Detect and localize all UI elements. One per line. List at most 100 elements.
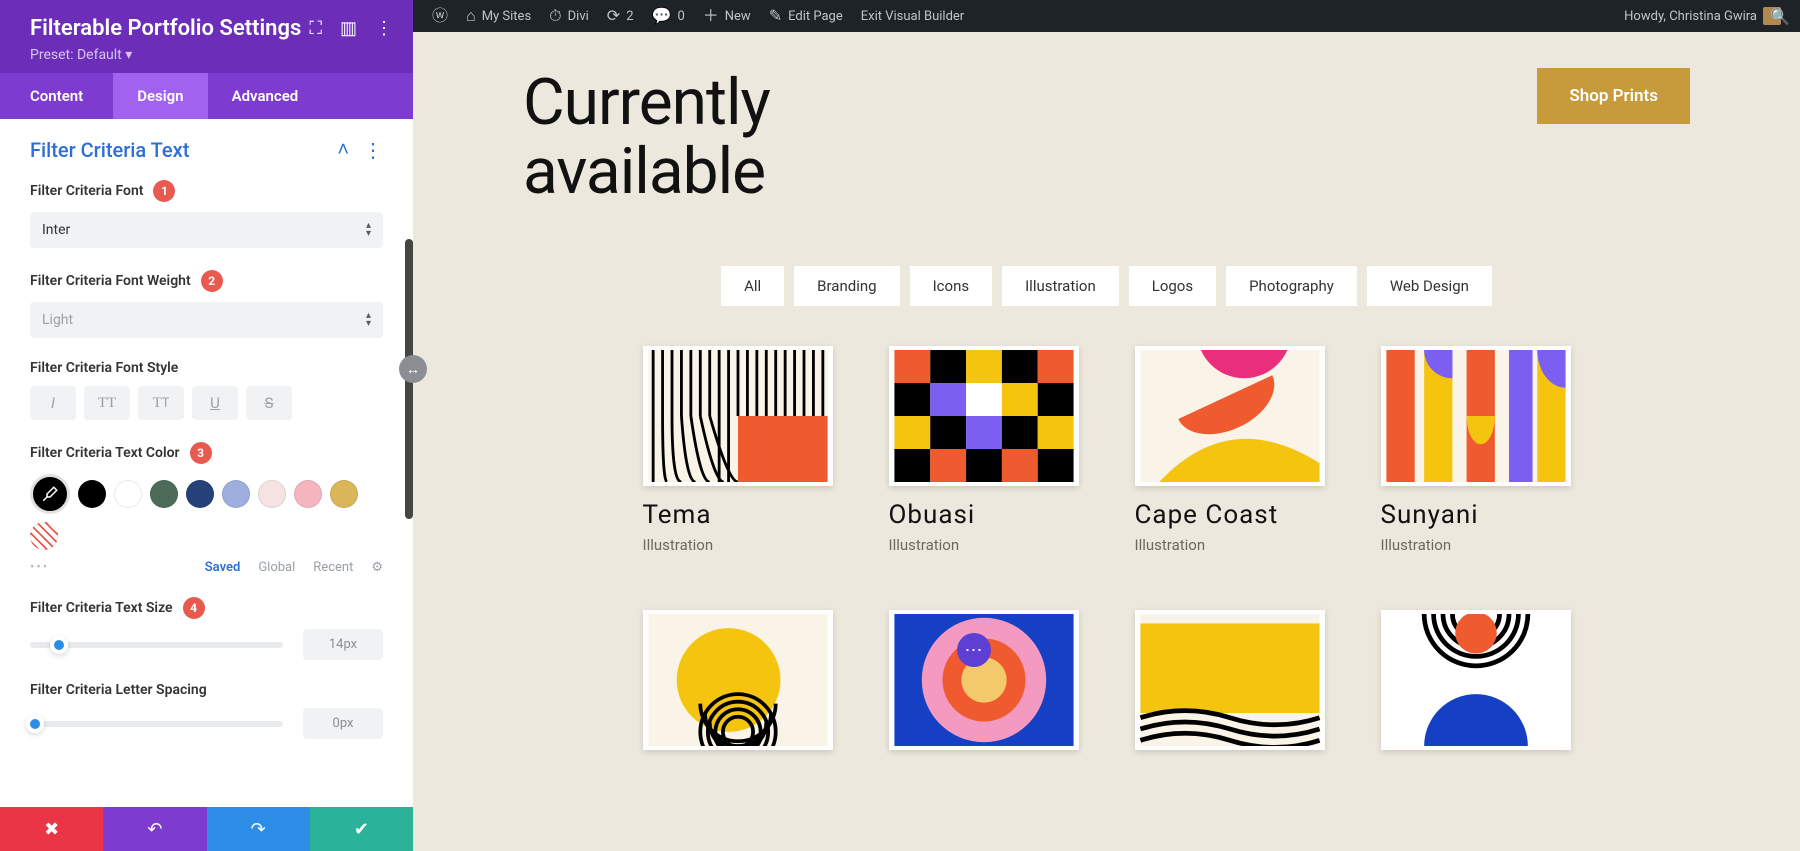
text-size-slider[interactable] xyxy=(30,642,283,648)
weight-select-value: Light xyxy=(42,312,73,328)
swatch-white[interactable] xyxy=(114,480,142,508)
swatch-blush[interactable] xyxy=(258,480,286,508)
portfolio-card[interactable]: Tema Illustration xyxy=(643,346,833,554)
style-smallcaps[interactable]: TT xyxy=(138,386,184,420)
annotation-badge-4: 4 xyxy=(183,597,205,619)
filter-branding[interactable]: Branding xyxy=(794,266,899,306)
swatch-periwinkle[interactable] xyxy=(222,480,250,508)
page-preview: Currently available Shop Prints All Bran… xyxy=(413,32,1800,851)
cancel-button[interactable]: ✖ xyxy=(0,807,103,851)
card-title: Sunyani xyxy=(1381,500,1571,530)
section-menu-icon[interactable]: ⋮ xyxy=(363,138,383,162)
palette-tab-saved[interactable]: Saved xyxy=(205,560,241,575)
slider-thumb[interactable] xyxy=(50,636,68,654)
swatch-green[interactable] xyxy=(150,480,178,508)
wp-edit-page[interactable]: ✎Edit Page xyxy=(760,0,852,32)
panel-header: Filterable Portfolio Settings ⛶ ▥ ⋮ Pres… xyxy=(0,0,413,73)
text-size-value[interactable]: 14px xyxy=(303,629,383,660)
card-title: Obuasi xyxy=(889,500,1079,530)
shop-prints-button[interactable]: Shop Prints xyxy=(1537,68,1690,124)
panel-tabs: Content Design Advanced xyxy=(0,73,413,119)
filter-logos[interactable]: Logos xyxy=(1129,266,1216,306)
tab-content[interactable]: Content xyxy=(0,73,113,119)
swatch-none[interactable] xyxy=(30,522,58,550)
portfolio-thumbnail xyxy=(1381,346,1571,486)
page-heading: Currently available xyxy=(523,68,770,206)
portfolio-filters: All Branding Icons Illustration Logos Ph… xyxy=(413,266,1800,306)
swatch-navy[interactable] xyxy=(186,480,214,508)
slider-thumb[interactable] xyxy=(26,715,44,733)
card-category: Illustration xyxy=(1135,536,1325,554)
portfolio-card[interactable] xyxy=(1135,610,1325,750)
redo-button[interactable]: ↷ xyxy=(207,807,310,851)
section-title: Filter Criteria Text xyxy=(30,138,189,162)
portfolio-thumbnail xyxy=(1135,610,1325,750)
module-hover-menu-icon[interactable]: ⋯ xyxy=(957,633,991,667)
card-category: Illustration xyxy=(643,536,833,554)
filter-illustration[interactable]: Illustration xyxy=(1002,266,1119,306)
undo-button[interactable]: ↶ xyxy=(103,807,206,851)
palette-tab-global[interactable]: Global xyxy=(258,560,295,575)
portfolio-thumbnail xyxy=(643,610,833,750)
more-swatches-icon[interactable]: ••• xyxy=(30,560,49,575)
portfolio-card[interactable]: Obuasi Illustration xyxy=(889,346,1079,554)
wp-logo[interactable]: ⓦ xyxy=(423,0,457,32)
swatch-black[interactable] xyxy=(78,480,106,508)
style-italic[interactable]: I xyxy=(30,386,76,420)
kebab-menu-icon[interactable]: ⋮ xyxy=(375,18,393,39)
card-title: Tema xyxy=(643,500,833,530)
palette-tab-recent[interactable]: Recent xyxy=(313,560,353,575)
portfolio-card[interactable] xyxy=(643,610,833,750)
color-swatches xyxy=(30,474,383,550)
portfolio-thumbnail xyxy=(889,610,1079,750)
filter-photography[interactable]: Photography xyxy=(1226,266,1357,306)
style-strikethrough[interactable]: S xyxy=(246,386,292,420)
annotation-badge-3: 3 xyxy=(190,442,212,464)
wp-admin-bar: ⓦ ⌂My Sites ⏱Divi ⟳2 💬0 ＋New ✎Edit Page … xyxy=(413,0,1800,32)
swatch-gold[interactable] xyxy=(330,480,358,508)
wp-updates[interactable]: ⟳2 xyxy=(598,0,643,32)
annotation-badge-2: 2 xyxy=(201,270,223,292)
annotation-badge-1: 1 xyxy=(153,180,175,202)
letter-spacing-slider[interactable] xyxy=(30,721,283,727)
filter-all[interactable]: All xyxy=(721,266,784,306)
letter-spacing-value[interactable]: 0px xyxy=(303,708,383,739)
label-weight: Filter Criteria Font Weight xyxy=(30,273,191,289)
filter-web-design[interactable]: Web Design xyxy=(1367,266,1492,306)
wp-exit-visual-builder[interactable]: Exit Visual Builder xyxy=(852,0,973,32)
panel-resize-handle[interactable]: ↔ xyxy=(399,355,427,383)
font-select-value: Inter xyxy=(42,222,70,238)
portfolio-thumbnail xyxy=(1381,610,1571,750)
columns-icon[interactable]: ▥ xyxy=(340,18,357,39)
label-text-size: Filter Criteria Text Size xyxy=(30,600,173,616)
portfolio-card[interactable] xyxy=(1381,610,1571,750)
weight-select[interactable]: Light ▴▾ xyxy=(30,302,383,338)
preset-dropdown[interactable]: Preset: Default ▾ xyxy=(30,47,393,63)
card-category: Illustration xyxy=(1381,536,1571,554)
tab-design[interactable]: Design xyxy=(113,73,207,119)
style-underline[interactable]: U xyxy=(192,386,238,420)
section-header[interactable]: Filter Criteria Text ˄ ⋮ xyxy=(30,137,383,162)
font-select[interactable]: Inter ▴▾ xyxy=(30,212,383,248)
chevron-up-icon[interactable]: ˄ xyxy=(337,137,349,162)
wp-site-name[interactable]: ⏱Divi xyxy=(540,0,598,32)
wp-new[interactable]: ＋New xyxy=(694,0,760,32)
filter-icons[interactable]: Icons xyxy=(910,266,993,306)
save-button[interactable]: ✔ xyxy=(310,807,413,851)
card-category: Illustration xyxy=(889,536,1079,554)
color-picker-eyedropper[interactable] xyxy=(30,474,70,514)
style-uppercase[interactable]: TT xyxy=(84,386,130,420)
panel-action-bar: ✖ ↶ ↷ ✔ xyxy=(0,807,413,851)
label-letter-spacing: Filter Criteria Letter Spacing xyxy=(30,682,207,698)
label-font: Filter Criteria Font xyxy=(30,183,143,199)
palette-settings-icon[interactable]: ⚙ xyxy=(371,560,383,575)
portfolio-card[interactable]: Cape Coast Illustration xyxy=(1135,346,1325,554)
portfolio-card[interactable] xyxy=(889,610,1079,750)
wp-comments[interactable]: 💬0 xyxy=(643,0,694,32)
tab-advanced[interactable]: Advanced xyxy=(208,73,323,119)
expand-icon[interactable]: ⛶ xyxy=(309,18,322,39)
portfolio-card[interactable]: Sunyani Illustration xyxy=(1381,346,1571,554)
swatch-pink[interactable] xyxy=(294,480,322,508)
wp-my-sites[interactable]: ⌂My Sites xyxy=(457,0,540,32)
admin-search-icon[interactable]: 🔍 xyxy=(1764,0,1796,32)
